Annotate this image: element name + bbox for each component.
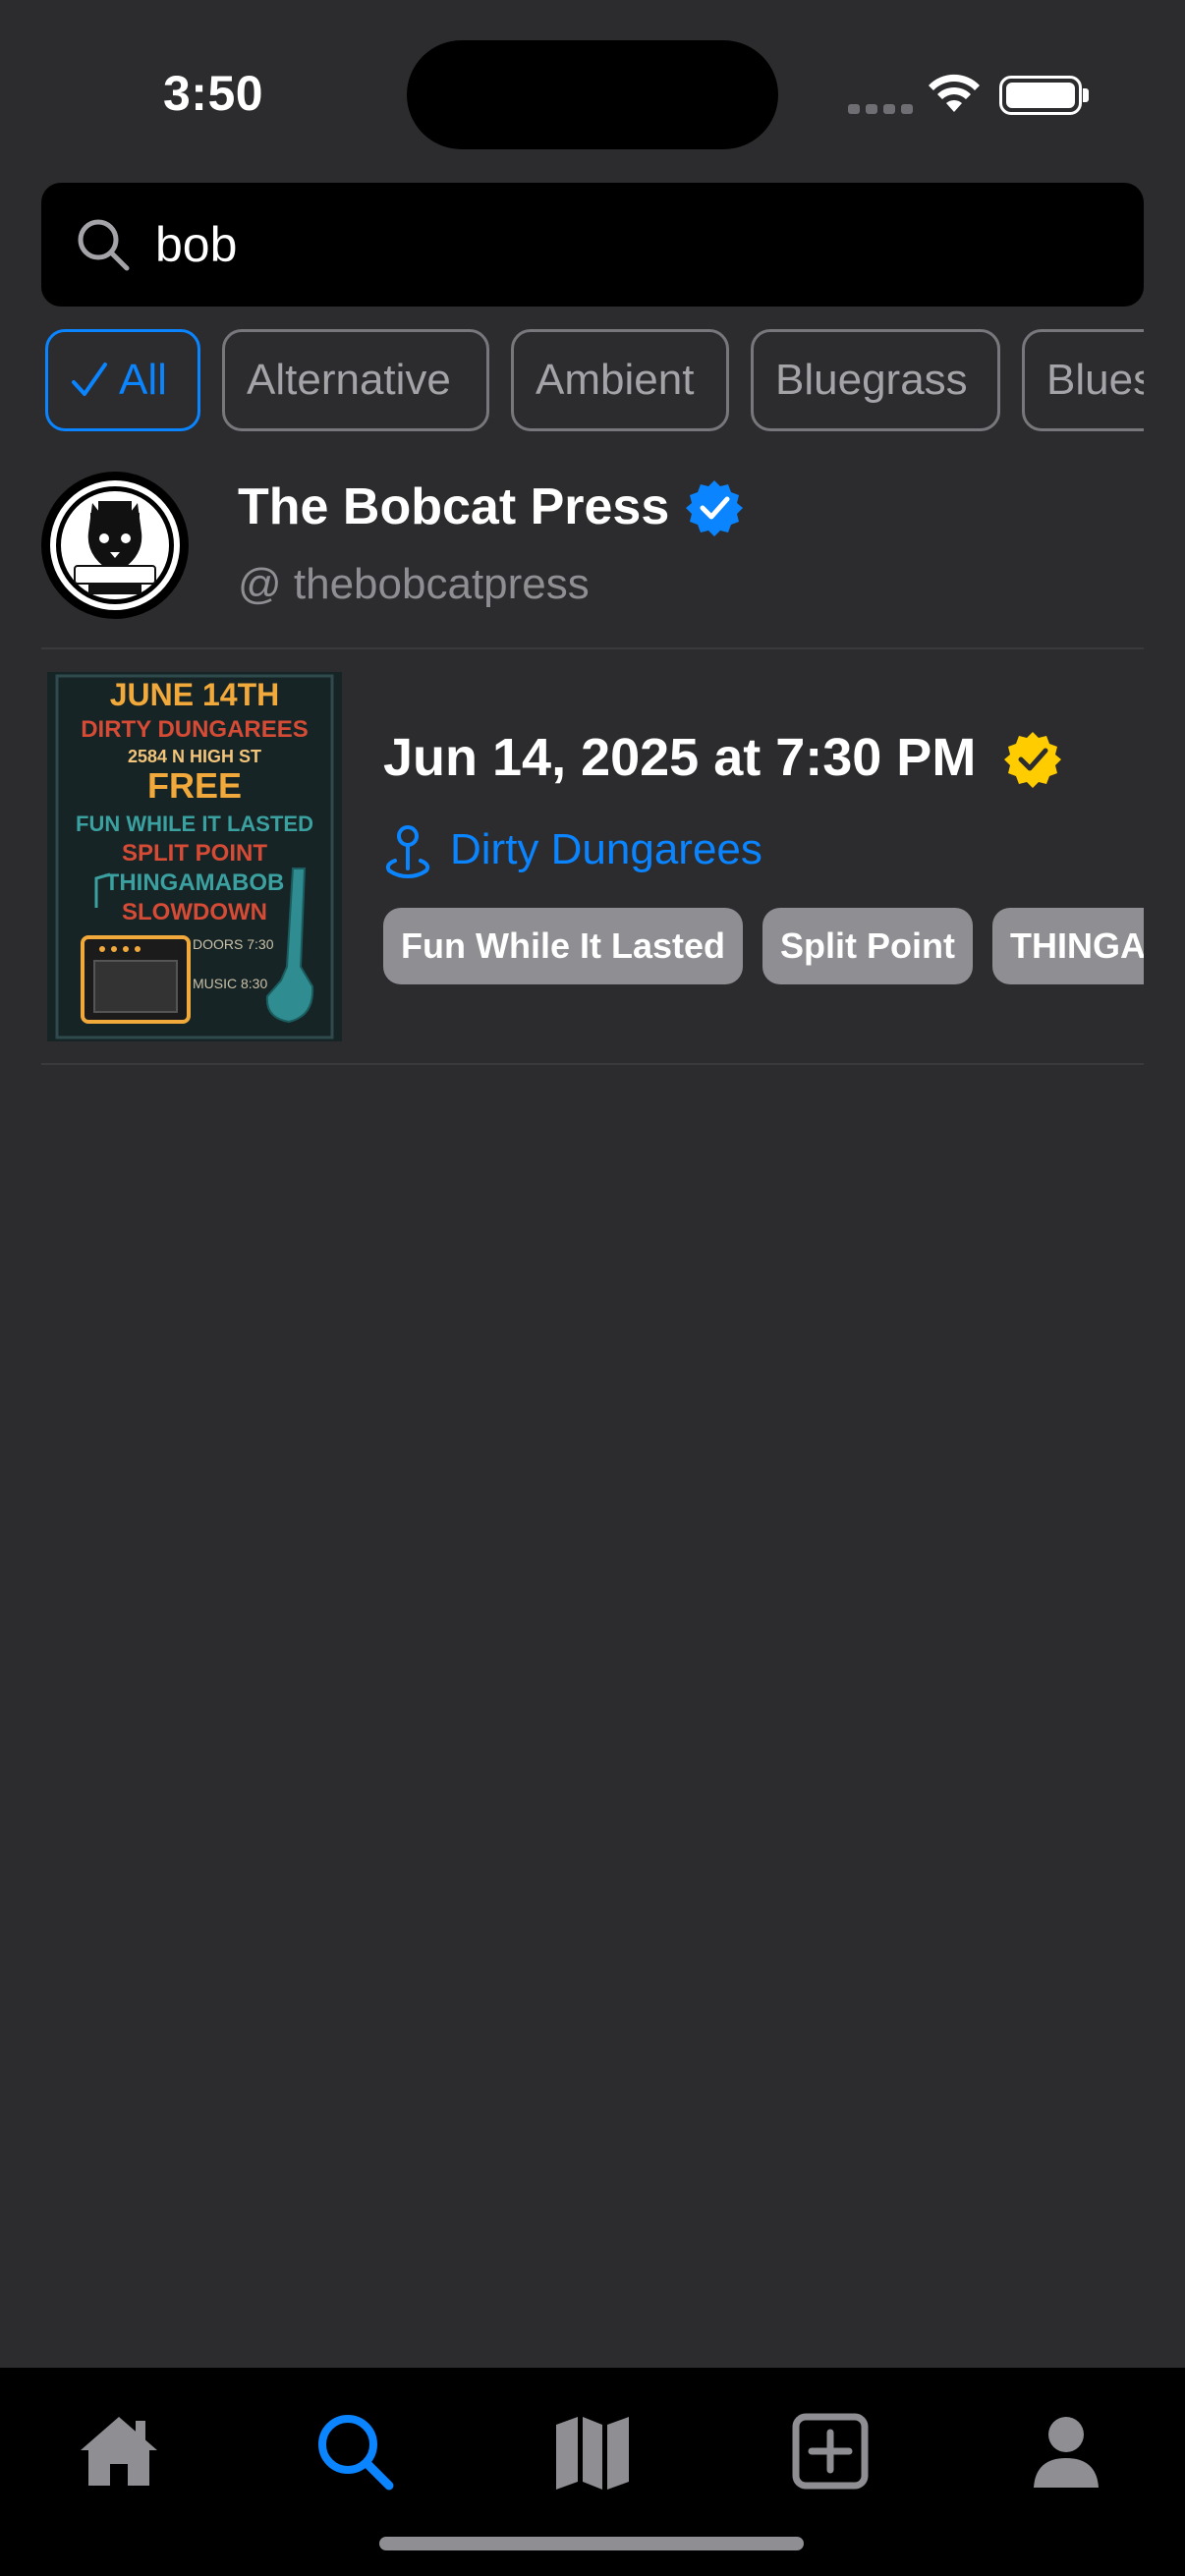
poster-doors: DOORS 7:30 [193, 936, 274, 952]
account-result-row[interactable]: The Bobcat Press @ thebobcatpress [41, 458, 1144, 648]
cellular-signal-icon [848, 104, 913, 114]
checkmark-icon [70, 332, 109, 428]
divider [41, 1063, 1144, 1065]
event-result-row[interactable]: JUNE 14TH DIRTY DUNGAREES 2584 N HIGH ST… [41, 668, 1144, 1061]
verified-badge-icon [1004, 732, 1061, 788]
account-handle: @ thebobcatpress [238, 560, 590, 608]
bobcat-press-logo [50, 480, 180, 610]
poster-venue: DIRTY DUNGAREES [81, 716, 309, 743]
genre-filter-chips: All Alternative Ambient Bluegrass Blues [45, 329, 1144, 433]
map-pin-icon [385, 825, 430, 878]
genre-chip-ambient[interactable]: Ambient [511, 329, 729, 431]
account-name: The Bobcat Press [238, 478, 670, 535]
performer-tags: Fun While It Lasted Split Point THINGAMA… [383, 908, 1144, 986]
poster-band-2: SPLIT POINT [122, 840, 267, 867]
battery-icon [999, 76, 1082, 115]
poster-music: MUSIC 8:30 [193, 976, 267, 991]
wifi-icon [929, 74, 980, 112]
search-screen: 3:50 All Alternative Ambient [0, 0, 1185, 2576]
genre-chip-label: Ambient [536, 356, 695, 404]
poster-price: FREE [147, 765, 242, 806]
performer-tag[interactable]: THINGAMABOB [992, 908, 1144, 984]
search-bar[interactable] [41, 183, 1144, 307]
performer-tag[interactable]: Split Point [762, 908, 973, 984]
genre-chip-label: Blues [1046, 356, 1144, 404]
genre-chip-alternative[interactable]: Alternative [222, 329, 489, 431]
status-bar: 3:50 [0, 0, 1185, 177]
poster-art: JUNE 14TH DIRTY DUNGAREES 2584 N HIGH ST… [47, 672, 342, 1041]
verified-badge-icon [686, 480, 743, 536]
home-indicator [379, 2537, 804, 2550]
genre-chip-bluegrass[interactable]: Bluegrass [751, 329, 1000, 431]
home-icon[interactable] [75, 2407, 163, 2495]
divider [41, 647, 1144, 649]
person-icon[interactable] [1022, 2407, 1110, 2495]
search-input[interactable] [155, 210, 1118, 279]
event-poster-image: JUNE 14TH DIRTY DUNGAREES 2584 N HIGH ST… [47, 672, 342, 1041]
venue-link[interactable]: Dirty Dungarees [450, 825, 762, 874]
genre-chip-label: All [119, 356, 167, 404]
poster-address: 2584 N HIGH ST [128, 747, 261, 766]
plus-square-icon[interactable] [786, 2407, 875, 2495]
event-date: Jun 14, 2025 at 7:30 PM [383, 728, 977, 787]
status-time: 3:50 [163, 66, 264, 121]
performer-tag[interactable]: Fun While It Lasted [383, 908, 743, 984]
poster-band-4: SLOWDOWN [122, 899, 267, 925]
genre-chip-label: Alternative [247, 356, 451, 404]
map-icon[interactable] [548, 2407, 637, 2495]
poster-band-1: FUN WHILE IT LASTED [76, 812, 313, 836]
poster-band-3: THINGAMABOB [105, 869, 285, 896]
genre-chip-all[interactable]: All [45, 329, 200, 431]
battery-cap [1083, 88, 1089, 102]
search-icon [78, 219, 130, 271]
genre-chip-blues[interactable]: Blues [1022, 329, 1144, 431]
avatar [41, 472, 189, 619]
search-icon[interactable] [310, 2407, 399, 2495]
genre-chip-label: Bluegrass [775, 356, 968, 404]
poster-date: JUNE 14TH [110, 677, 280, 712]
dynamic-island [407, 40, 778, 149]
